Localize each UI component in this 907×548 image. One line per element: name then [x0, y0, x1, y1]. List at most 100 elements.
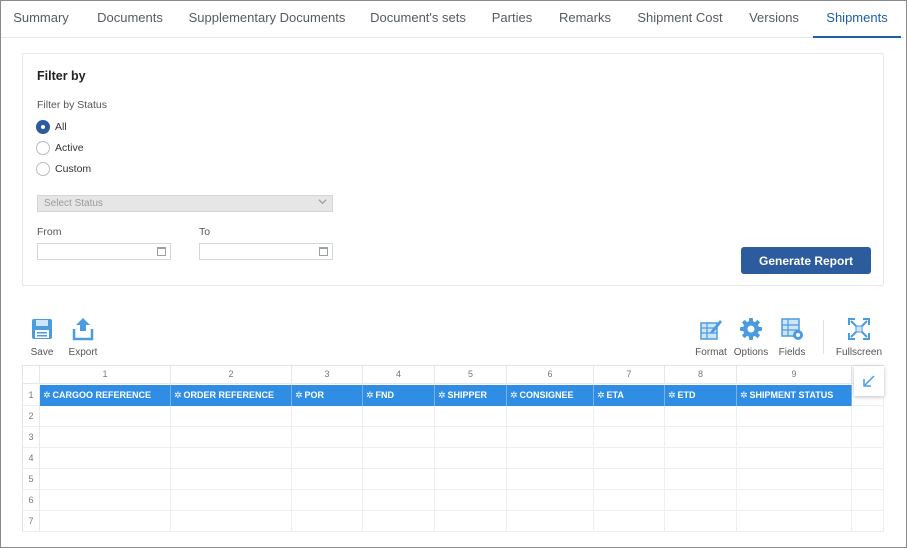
table-cell[interactable] [40, 490, 171, 511]
table-cell[interactable] [292, 469, 363, 490]
header-por[interactable]: ✲ POR [292, 385, 363, 406]
table-cell[interactable] [852, 511, 884, 532]
table-cell[interactable] [171, 448, 292, 469]
header-cargoo-reference[interactable]: ✲ CARGOO REFERENCE [40, 385, 171, 406]
table-cell[interactable] [665, 406, 737, 427]
header-order-reference[interactable]: ✲ ORDER REFERENCE [171, 385, 292, 406]
table-cell[interactable] [665, 490, 737, 511]
radio-custom-button[interactable] [36, 162, 50, 176]
table-cell[interactable] [737, 427, 852, 448]
table-cell[interactable] [435, 490, 507, 511]
table-cell[interactable] [292, 448, 363, 469]
column-number[interactable]: 9 [737, 366, 852, 384]
table-cell[interactable] [737, 448, 852, 469]
tab-supplementary-documents[interactable]: Supplementary Documents [184, 1, 350, 38]
column-number[interactable]: 6 [507, 366, 594, 384]
calendar-icon[interactable] [319, 247, 328, 256]
table-cell[interactable] [171, 469, 292, 490]
table-cell[interactable] [435, 469, 507, 490]
table-cell[interactable] [665, 511, 737, 532]
table-cell[interactable] [507, 469, 594, 490]
table-cell[interactable] [171, 427, 292, 448]
table-cell[interactable] [171, 511, 292, 532]
table-cell[interactable] [852, 406, 884, 427]
calendar-icon[interactable] [157, 247, 166, 256]
table-cell[interactable] [363, 427, 435, 448]
table-cell[interactable] [737, 511, 852, 532]
tab-shipment-cost[interactable]: Shipment Cost [631, 1, 729, 38]
tab-shipments[interactable]: Shipments [813, 1, 901, 38]
fields-button[interactable]: Fields [769, 317, 815, 358]
from-date-input[interactable] [37, 243, 171, 260]
radio-active-button[interactable] [36, 141, 50, 155]
table-cell[interactable] [507, 448, 594, 469]
header-fnd[interactable]: ✲ FND [363, 385, 435, 406]
tab-parties[interactable]: Parties [485, 1, 539, 38]
table-cell[interactable] [363, 448, 435, 469]
header-shipment-status[interactable]: ✲ SHIPMENT STATUS [737, 385, 852, 406]
table-cell[interactable] [737, 469, 852, 490]
table-cell[interactable] [40, 427, 171, 448]
table-cell[interactable] [507, 406, 594, 427]
table-cell[interactable] [852, 448, 884, 469]
column-number[interactable]: 4 [363, 366, 435, 384]
column-number[interactable]: 2 [171, 366, 292, 384]
table-cell[interactable] [852, 490, 884, 511]
table-cell[interactable] [507, 490, 594, 511]
table-cell[interactable] [40, 511, 171, 532]
column-number[interactable]: 7 [594, 366, 665, 384]
table-cell[interactable] [507, 511, 594, 532]
table-cell[interactable] [292, 406, 363, 427]
table-cell[interactable] [363, 469, 435, 490]
column-number[interactable]: 1 [40, 366, 171, 384]
table-cell[interactable] [594, 490, 665, 511]
header-eta[interactable]: ✲ ETA [594, 385, 665, 406]
tab-documents[interactable]: Documents [89, 1, 171, 38]
table-cell[interactable] [435, 406, 507, 427]
fullscreen-button[interactable]: Fullscreen [829, 317, 889, 358]
column-number[interactable]: 8 [665, 366, 737, 384]
export-button[interactable]: Export [60, 317, 106, 358]
table-cell[interactable] [292, 427, 363, 448]
status-select[interactable]: Select Status [37, 195, 333, 212]
table-cell[interactable] [40, 406, 171, 427]
tab-summary[interactable]: Summary [7, 1, 75, 38]
table-cell[interactable] [594, 427, 665, 448]
collapse-button[interactable] [854, 366, 884, 396]
table-cell[interactable] [292, 511, 363, 532]
table-cell[interactable] [852, 469, 884, 490]
table-cell[interactable] [665, 427, 737, 448]
save-button[interactable]: Save [19, 317, 65, 358]
table-cell[interactable] [435, 448, 507, 469]
tab-versions[interactable]: Versions [741, 1, 807, 38]
table-cell[interactable] [40, 469, 171, 490]
column-number[interactable]: 5 [435, 366, 507, 384]
table-cell[interactable] [665, 448, 737, 469]
column-number[interactable]: 3 [292, 366, 363, 384]
table-cell[interactable] [665, 469, 737, 490]
table-cell[interactable] [594, 406, 665, 427]
table-cell[interactable] [507, 427, 594, 448]
header-etd[interactable]: ✲ ETD [665, 385, 737, 406]
table-cell[interactable] [40, 448, 171, 469]
table-cell[interactable] [852, 427, 884, 448]
table-cell[interactable] [435, 427, 507, 448]
table-cell[interactable] [737, 490, 852, 511]
table-cell[interactable] [594, 469, 665, 490]
table-cell[interactable] [737, 406, 852, 427]
header-shipper[interactable]: ✲ SHIPPER [435, 385, 507, 406]
header-consignee[interactable]: ✲ CONSIGNEE [507, 385, 594, 406]
table-cell[interactable] [171, 490, 292, 511]
generate-report-button[interactable]: Generate Report [741, 247, 871, 274]
radio-all-button[interactable] [36, 120, 50, 134]
table-cell[interactable] [594, 511, 665, 532]
table-cell[interactable] [363, 406, 435, 427]
table-cell[interactable] [363, 490, 435, 511]
radio-active[interactable]: Active [36, 140, 84, 156]
radio-custom[interactable]: Custom [36, 161, 91, 177]
tab-documents-sets[interactable]: Document's sets [363, 1, 473, 38]
radio-all[interactable]: All [36, 119, 67, 135]
to-date-input[interactable] [199, 243, 333, 260]
options-button[interactable]: Options [728, 317, 774, 358]
table-cell[interactable] [594, 448, 665, 469]
